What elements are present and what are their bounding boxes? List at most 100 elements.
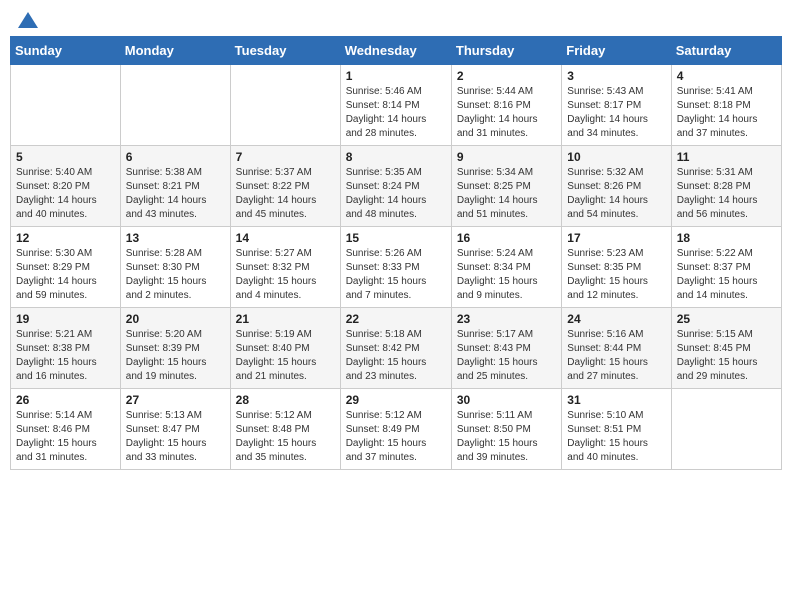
day-info: Sunrise: 5:30 AM Sunset: 8:29 PM Dayligh… xyxy=(16,247,115,303)
day-info: Sunrise: 5:19 AM Sunset: 8:40 PM Dayligh… xyxy=(236,328,335,384)
day-info: Sunrise: 5:28 AM Sunset: 8:30 PM Dayligh… xyxy=(126,247,225,303)
col-header-friday: Friday xyxy=(562,37,671,65)
calendar-cell: 28 Sunrise: 5:12 AM Sunset: 8:48 PM Dayli… xyxy=(230,389,340,470)
day-info: Sunrise: 5:38 AM Sunset: 8:21 PM Dayligh… xyxy=(126,166,225,222)
day-number: 17 xyxy=(567,231,665,245)
day-number: 29 xyxy=(346,393,446,407)
day-number: 15 xyxy=(346,231,446,245)
day-info: Sunrise: 5:40 AM Sunset: 8:20 PM Dayligh… xyxy=(16,166,115,222)
day-info: Sunrise: 5:27 AM Sunset: 8:32 PM Dayligh… xyxy=(236,247,335,303)
calendar-cell: 2 Sunrise: 5:44 AM Sunset: 8:16 PM Daylig… xyxy=(451,65,561,146)
calendar-cell: 24 Sunrise: 5:16 AM Sunset: 8:44 PM Dayli… xyxy=(562,308,671,389)
day-number: 5 xyxy=(16,150,115,164)
day-number: 25 xyxy=(677,312,776,326)
day-number: 8 xyxy=(346,150,446,164)
calendar-cell: 6 Sunrise: 5:38 AM Sunset: 8:21 PM Daylig… xyxy=(120,146,230,227)
calendar-cell: 13 Sunrise: 5:28 AM Sunset: 8:30 PM Dayli… xyxy=(120,227,230,308)
day-info: Sunrise: 5:41 AM Sunset: 8:18 PM Dayligh… xyxy=(677,85,776,141)
day-info: Sunrise: 5:13 AM Sunset: 8:47 PM Dayligh… xyxy=(126,409,225,465)
day-number: 24 xyxy=(567,312,665,326)
day-number: 14 xyxy=(236,231,335,245)
day-info: Sunrise: 5:23 AM Sunset: 8:35 PM Dayligh… xyxy=(567,247,665,303)
day-number: 23 xyxy=(457,312,556,326)
calendar-cell: 4 Sunrise: 5:41 AM Sunset: 8:18 PM Daylig… xyxy=(671,65,781,146)
day-number: 26 xyxy=(16,393,115,407)
calendar-header-row: SundayMondayTuesdayWednesdayThursdayFrid… xyxy=(11,37,782,65)
day-number: 11 xyxy=(677,150,776,164)
calendar-cell: 30Sunrise: 5:11 AM Sunset: 8:50 PM Dayli… xyxy=(451,389,561,470)
day-info: Sunrise: 5:32 AM Sunset: 8:26 PM Dayligh… xyxy=(567,166,665,222)
day-info: Sunrise: 5:34 AM Sunset: 8:25 PM Dayligh… xyxy=(457,166,556,222)
calendar-cell: 21Sunrise: 5:19 AM Sunset: 8:40 PM Dayli… xyxy=(230,308,340,389)
day-number: 28 xyxy=(236,393,335,407)
calendar-cell: 27 Sunrise: 5:13 AM Sunset: 8:47 PM Dayli… xyxy=(120,389,230,470)
day-info: Sunrise: 5:21 AM Sunset: 8:38 PM Dayligh… xyxy=(16,328,115,384)
calendar-row-3: 19 Sunrise: 5:21 AM Sunset: 8:38 PM Dayli… xyxy=(11,308,782,389)
calendar-cell xyxy=(11,65,121,146)
day-number: 18 xyxy=(677,231,776,245)
day-info: Sunrise: 5:22 AM Sunset: 8:37 PM Dayligh… xyxy=(677,247,776,303)
calendar-cell: 22 Sunrise: 5:18 AM Sunset: 8:42 PM Dayli… xyxy=(340,308,451,389)
calendar-cell: 31Sunrise: 5:10 AM Sunset: 8:51 PM Dayli… xyxy=(562,389,671,470)
day-info: Sunrise: 5:17 AM Sunset: 8:43 PM Dayligh… xyxy=(457,328,556,384)
calendar-cell: 8 Sunrise: 5:35 AM Sunset: 8:24 PM Daylig… xyxy=(340,146,451,227)
day-info: Sunrise: 5:12 AM Sunset: 8:48 PM Dayligh… xyxy=(236,409,335,465)
day-info: Sunrise: 5:26 AM Sunset: 8:33 PM Dayligh… xyxy=(346,247,446,303)
col-header-sunday: Sunday xyxy=(11,37,121,65)
logo-icon xyxy=(18,10,38,30)
calendar-cell: 12 Sunrise: 5:30 AM Sunset: 8:29 PM Dayli… xyxy=(11,227,121,308)
day-number: 1 xyxy=(346,69,446,83)
calendar-cell: 26 Sunrise: 5:14 AM Sunset: 8:46 PM Dayli… xyxy=(11,389,121,470)
calendar-cell: 15 Sunrise: 5:26 AM Sunset: 8:33 PM Dayli… xyxy=(340,227,451,308)
calendar-cell: 18 Sunrise: 5:22 AM Sunset: 8:37 PM Dayli… xyxy=(671,227,781,308)
day-number: 22 xyxy=(346,312,446,326)
day-info: Sunrise: 5:18 AM Sunset: 8:42 PM Dayligh… xyxy=(346,328,446,384)
calendar-cell: 16Sunrise: 5:24 AM Sunset: 8:34 PM Dayli… xyxy=(451,227,561,308)
calendar-cell: 23 Sunrise: 5:17 AM Sunset: 8:43 PM Dayli… xyxy=(451,308,561,389)
col-header-saturday: Saturday xyxy=(671,37,781,65)
day-number: 7 xyxy=(236,150,335,164)
calendar-cell: 10Sunrise: 5:32 AM Sunset: 8:26 PM Dayli… xyxy=(562,146,671,227)
day-number: 12 xyxy=(16,231,115,245)
calendar-cell: 20Sunrise: 5:20 AM Sunset: 8:39 PM Dayli… xyxy=(120,308,230,389)
day-number: 3 xyxy=(567,69,665,83)
day-info: Sunrise: 5:16 AM Sunset: 8:44 PM Dayligh… xyxy=(567,328,665,384)
calendar-cell xyxy=(230,65,340,146)
calendar-cell: 1 Sunrise: 5:46 AM Sunset: 8:14 PM Daylig… xyxy=(340,65,451,146)
day-info: Sunrise: 5:24 AM Sunset: 8:34 PM Dayligh… xyxy=(457,247,556,303)
day-number: 19 xyxy=(16,312,115,326)
day-number: 30 xyxy=(457,393,556,407)
day-info: Sunrise: 5:44 AM Sunset: 8:16 PM Dayligh… xyxy=(457,85,556,141)
day-number: 9 xyxy=(457,150,556,164)
day-info: Sunrise: 5:46 AM Sunset: 8:14 PM Dayligh… xyxy=(346,85,446,141)
day-info: Sunrise: 5:10 AM Sunset: 8:51 PM Dayligh… xyxy=(567,409,665,465)
col-header-monday: Monday xyxy=(120,37,230,65)
calendar-row-0: 1 Sunrise: 5:46 AM Sunset: 8:14 PM Daylig… xyxy=(11,65,782,146)
calendar-table: SundayMondayTuesdayWednesdayThursdayFrid… xyxy=(10,36,782,470)
day-number: 6 xyxy=(126,150,225,164)
day-number: 4 xyxy=(677,69,776,83)
day-info: Sunrise: 5:14 AM Sunset: 8:46 PM Dayligh… xyxy=(16,409,115,465)
calendar-cell: 14 Sunrise: 5:27 AM Sunset: 8:32 PM Dayli… xyxy=(230,227,340,308)
calendar-cell: 29 Sunrise: 5:12 AM Sunset: 8:49 PM Dayli… xyxy=(340,389,451,470)
calendar-row-1: 5 Sunrise: 5:40 AM Sunset: 8:20 PM Daylig… xyxy=(11,146,782,227)
day-info: Sunrise: 5:15 AM Sunset: 8:45 PM Dayligh… xyxy=(677,328,776,384)
calendar-cell: 25 Sunrise: 5:15 AM Sunset: 8:45 PM Dayli… xyxy=(671,308,781,389)
day-info: Sunrise: 5:12 AM Sunset: 8:49 PM Dayligh… xyxy=(346,409,446,465)
calendar-cell xyxy=(671,389,781,470)
calendar-cell: 5 Sunrise: 5:40 AM Sunset: 8:20 PM Daylig… xyxy=(11,146,121,227)
calendar-row-2: 12 Sunrise: 5:30 AM Sunset: 8:29 PM Dayli… xyxy=(11,227,782,308)
day-number: 13 xyxy=(126,231,225,245)
day-info: Sunrise: 5:37 AM Sunset: 8:22 PM Dayligh… xyxy=(236,166,335,222)
day-number: 27 xyxy=(126,393,225,407)
calendar-row-4: 26 Sunrise: 5:14 AM Sunset: 8:46 PM Dayli… xyxy=(11,389,782,470)
calendar-cell: 9 Sunrise: 5:34 AM Sunset: 8:25 PM Daylig… xyxy=(451,146,561,227)
calendar-cell: 19 Sunrise: 5:21 AM Sunset: 8:38 PM Dayli… xyxy=(11,308,121,389)
calendar-cell xyxy=(120,65,230,146)
day-info: Sunrise: 5:20 AM Sunset: 8:39 PM Dayligh… xyxy=(126,328,225,384)
day-info: Sunrise: 5:35 AM Sunset: 8:24 PM Dayligh… xyxy=(346,166,446,222)
day-number: 2 xyxy=(457,69,556,83)
col-header-wednesday: Wednesday xyxy=(340,37,451,65)
page-header xyxy=(10,10,782,28)
col-header-tuesday: Tuesday xyxy=(230,37,340,65)
